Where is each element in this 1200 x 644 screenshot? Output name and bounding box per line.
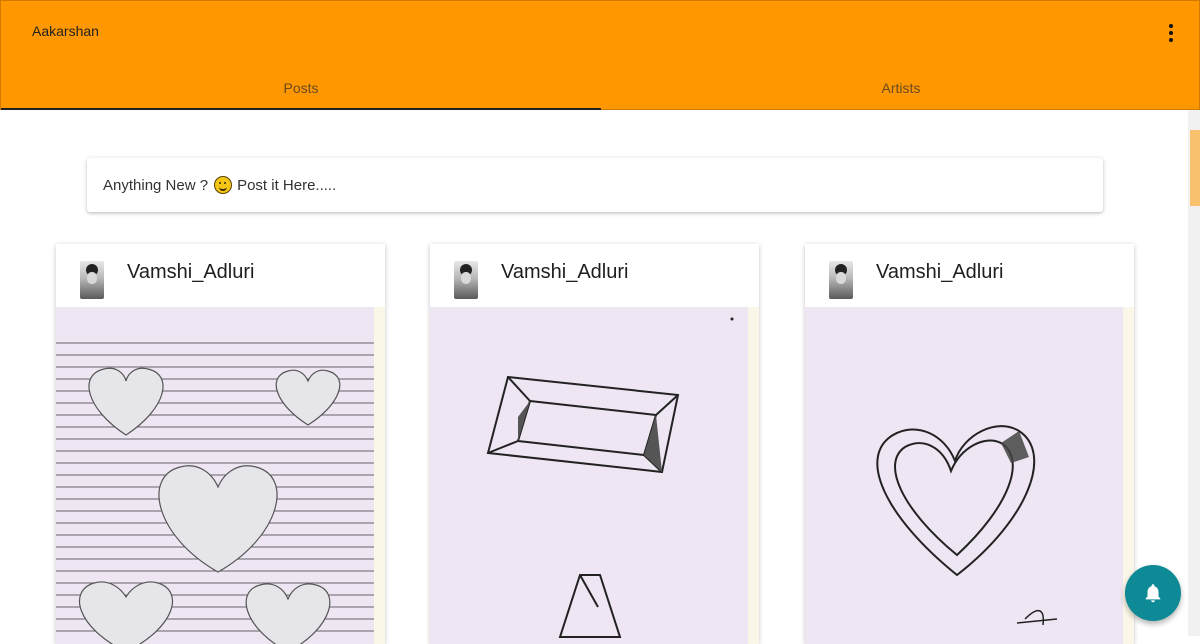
post-author[interactable]: Vamshi_Adluri	[501, 261, 628, 284]
more-vert-icon[interactable]	[1159, 21, 1183, 45]
notifications-button[interactable]	[1125, 565, 1181, 621]
composer-text-before: Anything New ?	[103, 176, 209, 194]
post-image[interactable]	[56, 307, 385, 644]
post-card: Vamshi_Adluri	[805, 244, 1134, 644]
app-title: Aakarshan	[32, 23, 99, 39]
impossible-heart-drawing	[876, 425, 1058, 626]
composer-text-after: Post it Here.....	[237, 176, 337, 194]
avatar[interactable]	[454, 261, 478, 299]
avatar[interactable]	[80, 261, 104, 299]
tab-artists[interactable]: Artists	[601, 65, 1200, 111]
bell-icon	[1145, 584, 1161, 603]
post-author[interactable]: Vamshi_Adluri	[127, 261, 254, 284]
post-image[interactable]	[430, 307, 759, 644]
tab-active-indicator	[1, 108, 601, 110]
post-author[interactable]: Vamshi_Adluri	[876, 261, 1003, 284]
app-bar: Aakarshan Posts Artists	[0, 0, 1200, 110]
post-card: Vamshi_Adluri	[56, 244, 385, 644]
post-header: Vamshi_Adluri	[805, 244, 1134, 307]
grinning-face-icon	[214, 176, 233, 194]
new-post-input[interactable]: Anything New ? Post it Here.....	[87, 158, 1103, 212]
post-header: Vamshi_Adluri	[430, 244, 759, 307]
scroll-accent	[1190, 130, 1200, 206]
impossible-shapes-drawing	[486, 317, 734, 638]
post-image[interactable]	[805, 307, 1134, 644]
hearts-drawing	[56, 342, 374, 644]
tab-posts[interactable]: Posts	[1, 65, 601, 111]
post-header: Vamshi_Adluri	[56, 244, 385, 307]
post-card: Vamshi_Adluri	[430, 244, 759, 644]
avatar[interactable]	[829, 261, 853, 299]
